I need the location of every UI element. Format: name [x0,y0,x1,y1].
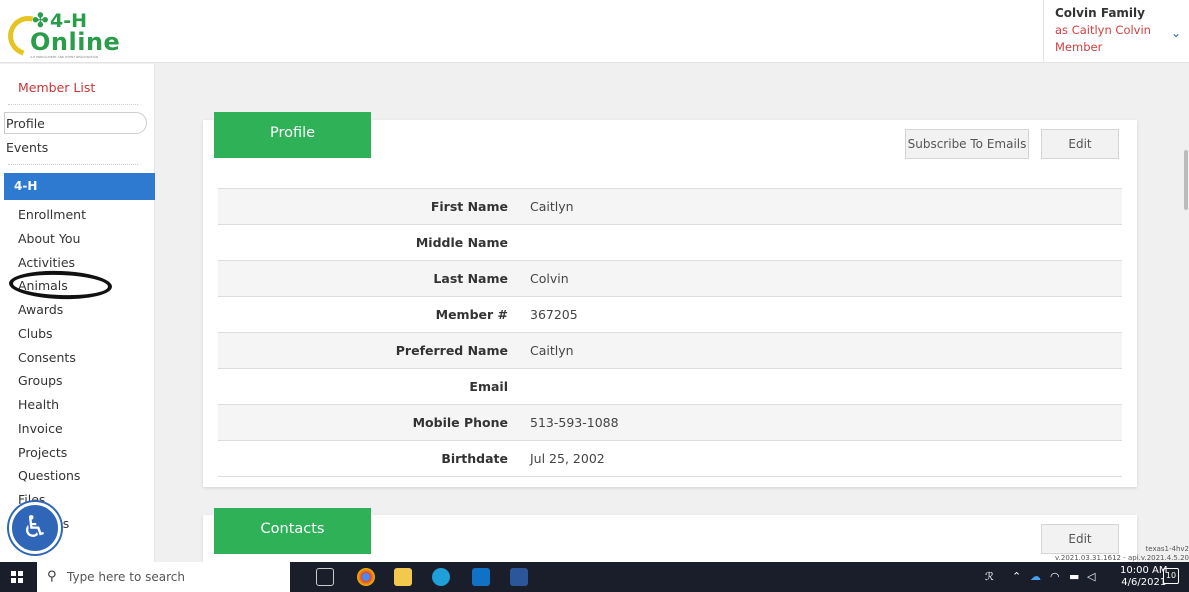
people-icon[interactable]: ℛ [985,562,994,592]
outlook-icon[interactable] [472,568,490,586]
table-row: Middle Name [218,225,1122,261]
clock-time: 10:00 AM [1120,565,1168,576]
profile-table: First Name Caitlyn Middle Name Last Name… [218,188,1122,477]
chevron-down-icon[interactable]: ⌄ [1171,26,1181,40]
profile-card: Profile Subscribe To Emails Edit First N… [203,112,1137,487]
sidebar-item-health[interactable]: Health [18,397,59,412]
table-row: Member # 367205 [218,297,1122,333]
hand-drawn-circle-annotation [8,269,113,301]
field-value: Caitlyn [530,343,574,358]
sidebar-item-about-you[interactable]: About You [18,231,80,246]
chevron-up-icon[interactable]: ⌃ [1012,562,1021,592]
sidebar-item-projects[interactable]: Projects [18,445,67,460]
field-value: Colvin [530,271,569,286]
field-label: Last Name [433,271,508,286]
sidebar-item-awards[interactable]: Awards [18,302,63,317]
table-row: Preferred Name Caitlyn [218,333,1122,369]
sidebar-item-member-list[interactable]: Member List [18,80,95,95]
sidebar-item-clubs[interactable]: Clubs [18,326,53,341]
field-label: Birthdate [441,451,508,466]
logo-text-bottom: Online [30,28,121,56]
sidebar-item-questions[interactable]: Questions [18,468,80,483]
edge-icon[interactable] [432,568,450,586]
field-label: Member # [435,307,508,322]
wifi-icon[interactable]: ◠ [1050,562,1060,592]
field-label: Preferred Name [395,343,508,358]
windows-start-icon[interactable] [11,571,23,583]
onedrive-icon[interactable]: ☁ [1030,562,1041,592]
page-scrollbar[interactable] [1184,150,1188,210]
sidebar-item-invoice[interactable]: Invoice [18,421,63,436]
search-icon: ⚲ [47,569,57,584]
table-row: First Name Caitlyn [218,189,1122,225]
edit-profile-button[interactable]: Edit [1041,129,1119,159]
volume-icon[interactable]: ◁ [1087,562,1095,592]
field-label: Email [469,379,508,394]
4h-online-logo[interactable]: ✤ 4-H Online 4-H ENROLLMENT AND EVENT RE… [0,6,120,64]
sidebar-section-4h[interactable]: 4-H [4,173,155,200]
version-label: v.2021.03.31.1612 - api.v.2021.4.5.20 [1055,554,1189,562]
subscribe-to-emails-button[interactable]: Subscribe To Emails [905,129,1029,159]
file-explorer-icon[interactable] [394,568,412,586]
clover-icon: ✤ [32,8,49,32]
table-row: Birthdate Jul 25, 2002 [218,441,1122,477]
taskbar-search-input[interactable]: ⚲ Type here to search [37,562,290,592]
logo-tagline: 4-H ENROLLMENT AND EVENT REGISTRATION [30,55,99,59]
user-menu[interactable]: Colvin Family as Caitlyn Colvin Member ⌄ [1043,0,1189,63]
table-row: Email [218,369,1122,405]
top-header: ✤ 4-H Online 4-H ENROLLMENT AND EVENT RE… [0,0,1189,64]
sidebar-item-enrollment[interactable]: Enrollment [18,207,86,222]
notification-icon[interactable]: 10 [1163,568,1179,584]
system-clock[interactable]: 10:00 AM 4/6/2021 [1120,565,1167,589]
family-name: Colvin Family [1055,6,1145,20]
contacts-card-title: Contacts [214,508,371,554]
sidebar-item-events[interactable]: Events [6,140,48,155]
chrome-icon[interactable] [357,568,375,586]
windows-taskbar: ⚲ Type here to search ℛ ⌃ ☁ ◠ ▬ ◁ 10:00 … [0,562,1189,592]
sidebar-divider [8,104,138,105]
edit-contacts-button[interactable]: Edit [1041,524,1119,554]
sidebar-divider [8,164,138,165]
accessibility-icon[interactable]: ♿ [9,502,61,554]
sidebar-item-groups[interactable]: Groups [18,373,63,388]
table-row: Last Name Colvin [218,261,1122,297]
server-label: texas1-4hv2 [1145,545,1189,553]
acting-as: as Caitlyn Colvin [1055,23,1151,37]
sidebar-item-profile[interactable]: Profile [6,116,45,131]
field-label: First Name [430,199,508,214]
field-label: Middle Name [415,235,508,250]
field-label: Mobile Phone [412,415,508,430]
field-value: Jul 25, 2002 [530,451,605,466]
user-role: Member [1055,40,1103,54]
search-placeholder: Type here to search [67,570,185,584]
sidebar: Member List Profile Events 4-H Enrollmen… [0,64,155,562]
profile-card-title: Profile [214,112,371,158]
sidebar-item-consents[interactable]: Consents [18,350,76,365]
table-row: Mobile Phone 513-593-1088 [218,405,1122,441]
field-value: 367205 [530,307,578,322]
clock-date: 4/6/2021 [1121,577,1167,588]
sidebar-item-activities[interactable]: Activities [18,255,75,270]
battery-icon[interactable]: ▬ [1069,562,1079,592]
contacts-card: Contacts Edit [203,508,1137,562]
task-view-icon[interactable] [316,568,334,586]
field-value: Caitlyn [530,199,574,214]
word-icon[interactable] [510,568,528,586]
field-value: 513-593-1088 [530,415,619,430]
